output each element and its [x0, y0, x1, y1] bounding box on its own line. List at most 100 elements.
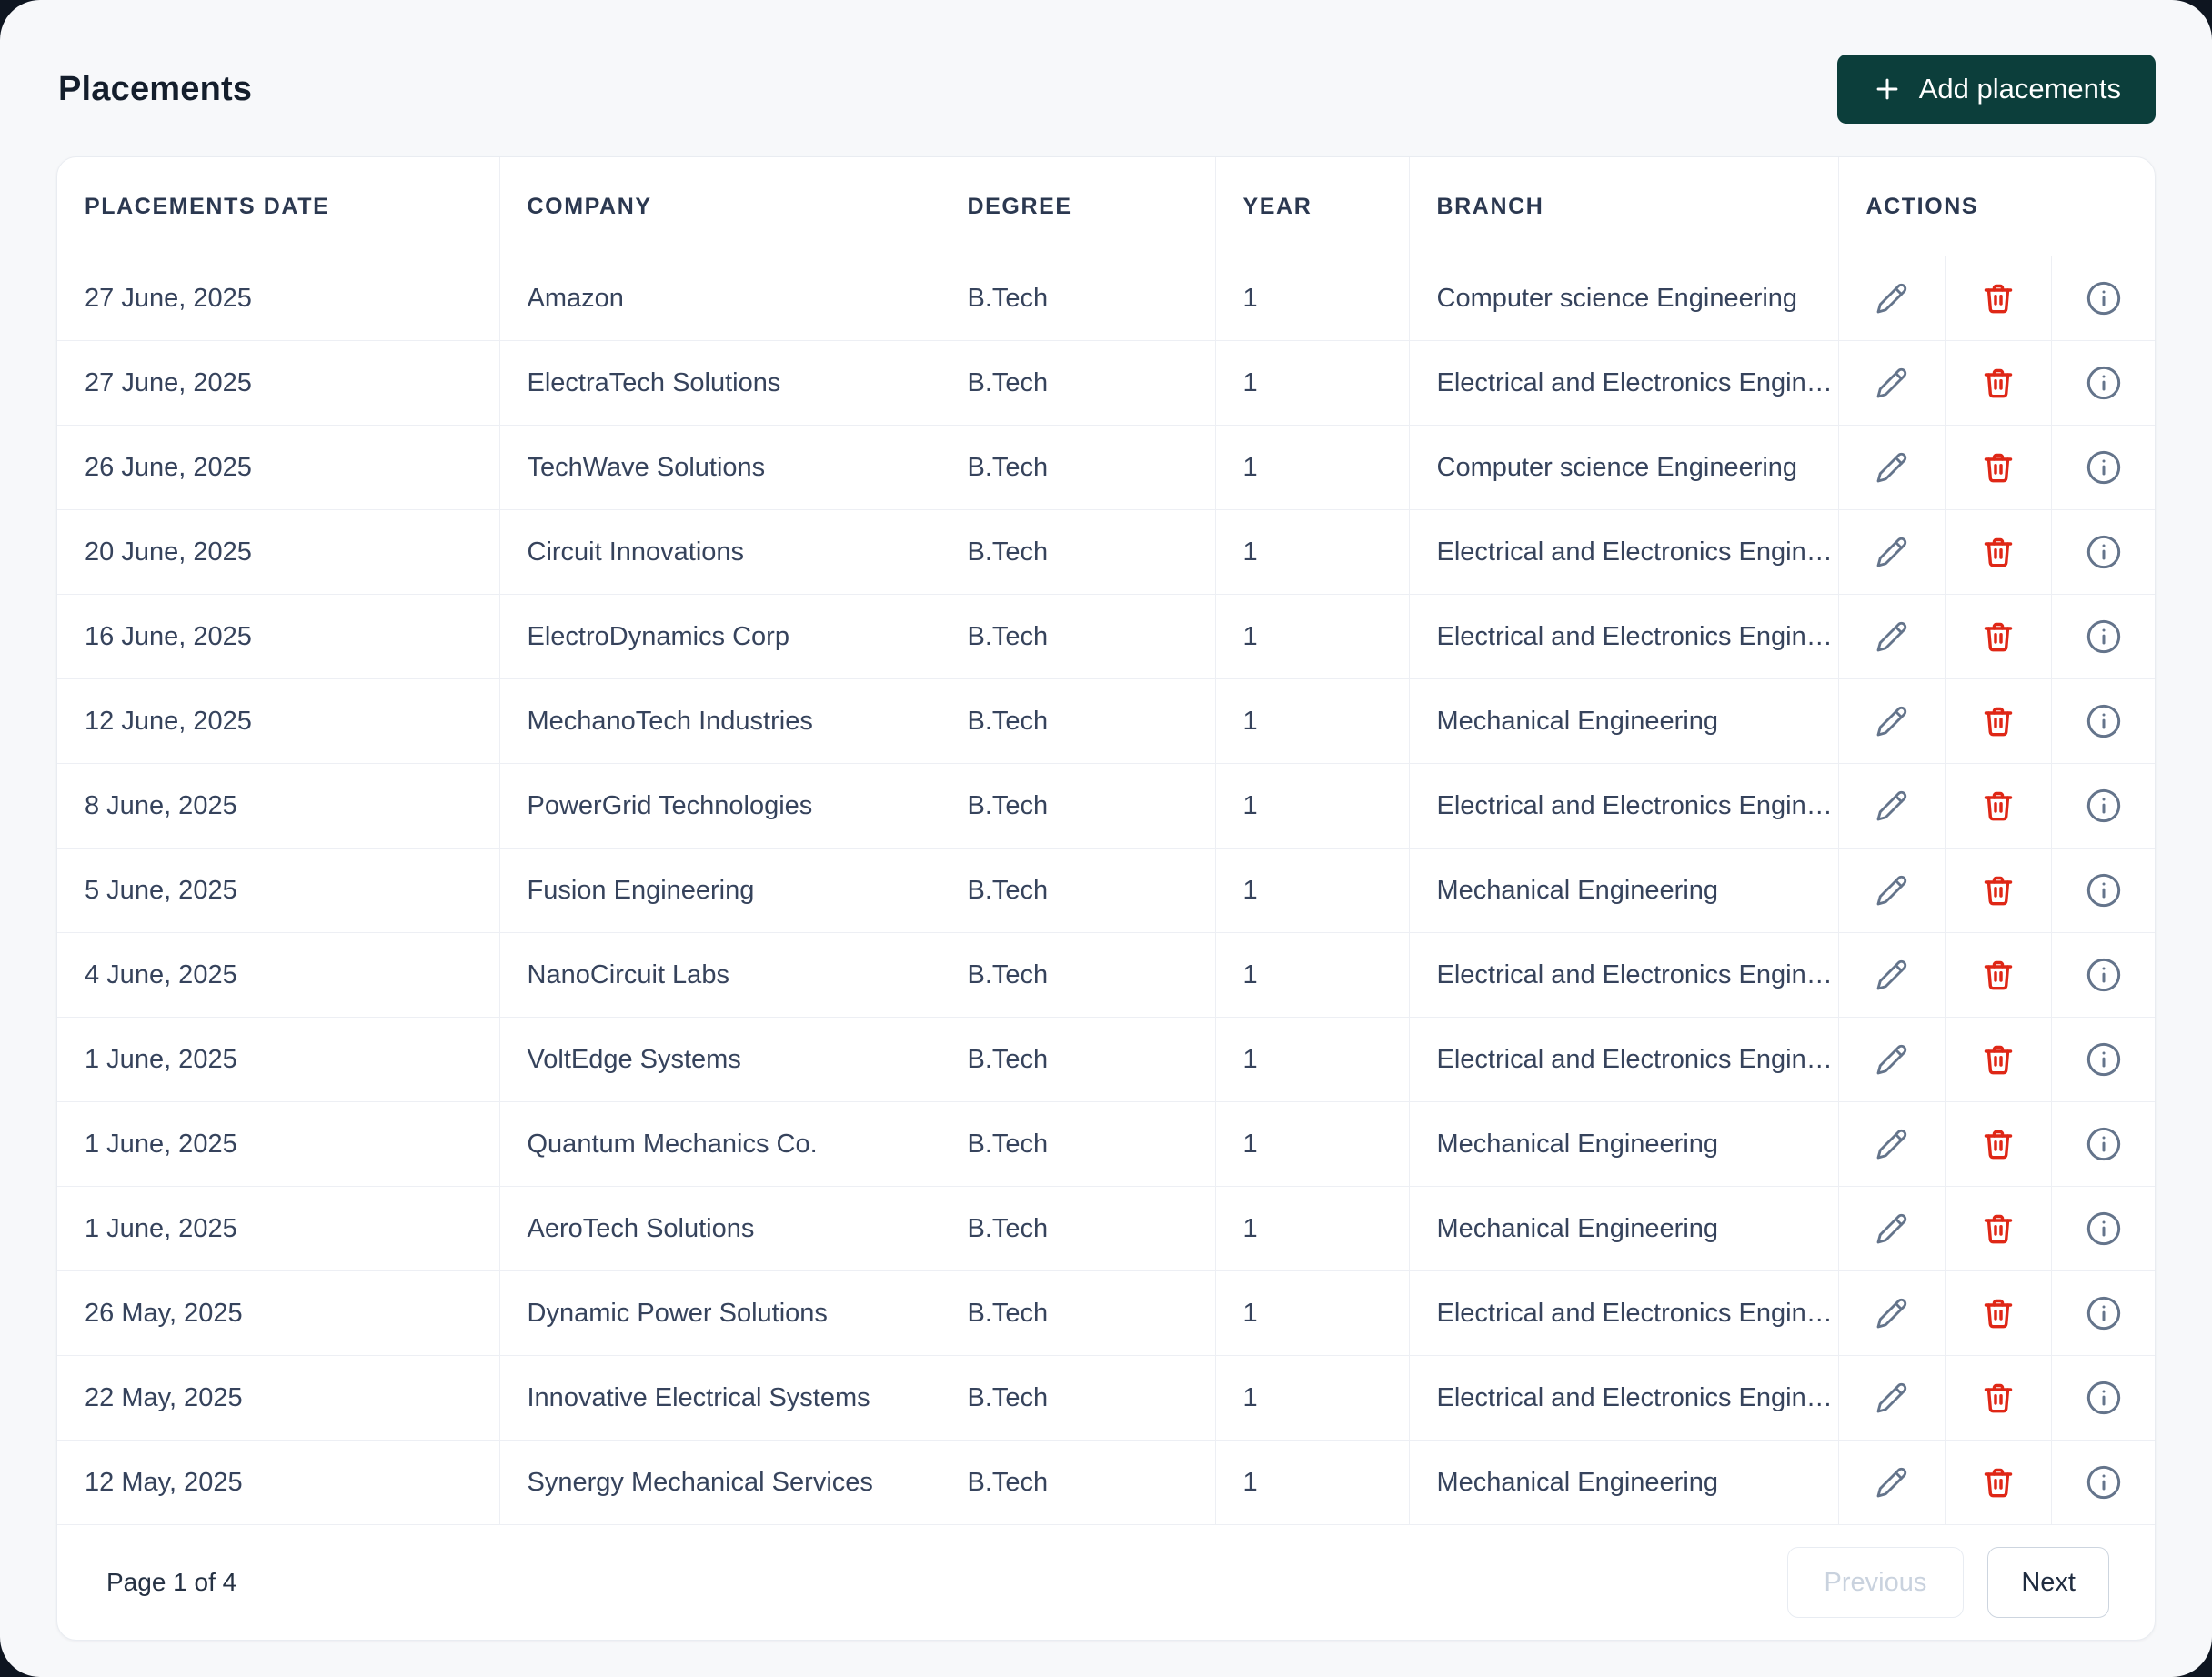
- delete-button[interactable]: [1973, 1456, 2024, 1509]
- delete-trash-icon: [1982, 284, 2015, 318]
- delete-trash-icon: [1982, 876, 2015, 910]
- delete-button[interactable]: [1973, 1371, 2024, 1424]
- info-button[interactable]: [2076, 356, 2131, 410]
- delete-button[interactable]: [1973, 1202, 2024, 1255]
- column-header-year: YEAR: [1215, 157, 1410, 256]
- delete-button[interactable]: [1973, 1033, 2024, 1086]
- edit-pencil-icon: [1875, 1213, 1908, 1248]
- cell-year: 1: [1215, 1017, 1410, 1102]
- cell-company: MechanoTech Industries: [499, 678, 940, 764]
- cell-branch: Mechanical Engineering: [1409, 1186, 1839, 1271]
- info-icon: [2086, 366, 2122, 404]
- info-button[interactable]: [2076, 1286, 2131, 1341]
- delete-button[interactable]: [1973, 356, 2024, 409]
- table-row: 12 June, 2025 MechanoTech Industries B.T…: [57, 678, 2155, 764]
- cell-branch: Computer science Engineering: [1409, 256, 1839, 341]
- next-page-button[interactable]: Next: [1987, 1547, 2109, 1618]
- info-button[interactable]: [2076, 1032, 2131, 1087]
- cell-degree: B.Tech: [940, 1186, 1216, 1271]
- delete-button[interactable]: [1973, 1287, 2024, 1340]
- delete-button[interactable]: [1973, 949, 2024, 1001]
- cell-year: 1: [1215, 594, 1410, 679]
- cell-degree: B.Tech: [940, 1355, 1216, 1441]
- edit-pencil-icon: [1875, 790, 1908, 825]
- info-button[interactable]: [2076, 271, 2131, 326]
- cell-degree: B.Tech: [940, 340, 1216, 426]
- info-button[interactable]: [2076, 778, 2131, 833]
- cell-company: ElectraTech Solutions: [499, 340, 940, 426]
- info-button[interactable]: [2076, 948, 2131, 1002]
- info-button[interactable]: [2076, 609, 2131, 664]
- edit-pencil-icon: [1875, 959, 1908, 994]
- cell-placements-date: 26 June, 2025: [57, 425, 500, 510]
- table-row: 26 May, 2025 Dynamic Power Solutions B.T…: [57, 1270, 2155, 1356]
- info-icon: [2086, 619, 2122, 658]
- edit-button[interactable]: [1866, 1203, 1917, 1254]
- edit-pencil-icon: [1875, 367, 1908, 402]
- info-button[interactable]: [2076, 863, 2131, 918]
- edit-button[interactable]: [1866, 1457, 1917, 1508]
- cell-branch: Electrical and Electronics Enginee...: [1409, 1355, 1839, 1441]
- table-row: 16 June, 2025 ElectroDynamics Corp B.Tec…: [57, 594, 2155, 679]
- column-header-branch: BRANCH: [1409, 157, 1839, 256]
- table-row: 5 June, 2025 Fusion Engineering B.Tech 1…: [57, 848, 2155, 933]
- delete-button[interactable]: [1973, 441, 2024, 494]
- info-button[interactable]: [2076, 1455, 2131, 1510]
- info-button[interactable]: [2076, 440, 2131, 495]
- info-button[interactable]: [2076, 1117, 2131, 1171]
- cell-degree: B.Tech: [940, 509, 1216, 595]
- edit-button[interactable]: [1866, 273, 1917, 324]
- delete-trash-icon: [1982, 453, 2015, 487]
- edit-button[interactable]: [1866, 1034, 1917, 1085]
- plus-icon: [1872, 74, 1903, 105]
- info-button[interactable]: [2076, 1371, 2131, 1425]
- cell-company: PowerGrid Technologies: [499, 763, 940, 849]
- delete-button[interactable]: [1973, 1118, 2024, 1170]
- cell-branch: Electrical and Electronics Enginee...: [1409, 509, 1839, 595]
- info-icon: [2086, 1296, 2122, 1334]
- info-icon: [2086, 1042, 2122, 1080]
- edit-pencil-icon: [1875, 452, 1908, 487]
- table-row: 1 June, 2025 AeroTech Solutions B.Tech 1…: [57, 1186, 2155, 1271]
- info-button[interactable]: [2076, 525, 2131, 579]
- cell-degree: B.Tech: [940, 1017, 1216, 1102]
- info-button[interactable]: [2076, 1201, 2131, 1256]
- edit-button[interactable]: [1866, 949, 1917, 1000]
- column-header-placements-date: PLACEMENTS DATE: [57, 157, 500, 256]
- table-row: 27 June, 2025 Amazon B.Tech 1 Computer s…: [57, 256, 2155, 341]
- delete-trash-icon: [1982, 1383, 2015, 1418]
- info-icon: [2086, 873, 2122, 911]
- info-button[interactable]: [2076, 694, 2131, 748]
- cell-year: 1: [1215, 1440, 1410, 1525]
- edit-button[interactable]: [1866, 865, 1917, 916]
- edit-button[interactable]: [1866, 696, 1917, 747]
- edit-button[interactable]: [1866, 1372, 1917, 1423]
- edit-button[interactable]: [1866, 357, 1917, 408]
- edit-button[interactable]: [1866, 1288, 1917, 1339]
- cell-company: Fusion Engineering: [499, 848, 940, 933]
- cell-placements-date: 20 June, 2025: [57, 509, 500, 595]
- info-icon: [2086, 1127, 2122, 1165]
- cell-year: 1: [1215, 848, 1410, 933]
- cell-company: Innovative Electrical Systems: [499, 1355, 940, 1441]
- edit-button[interactable]: [1866, 780, 1917, 831]
- delete-button[interactable]: [1973, 272, 2024, 325]
- delete-button[interactable]: [1973, 864, 2024, 917]
- edit-button[interactable]: [1866, 1119, 1917, 1170]
- delete-button[interactable]: [1973, 779, 2024, 832]
- info-icon: [2086, 1211, 2122, 1250]
- edit-button[interactable]: [1866, 442, 1917, 493]
- cell-company: Quantum Mechanics Co.: [499, 1101, 940, 1187]
- cell-year: 1: [1215, 256, 1410, 341]
- table-row: 20 June, 2025 Circuit Innovations B.Tech…: [57, 509, 2155, 595]
- delete-trash-icon: [1982, 1045, 2015, 1080]
- cell-degree: B.Tech: [940, 1440, 1216, 1525]
- delete-trash-icon: [1982, 1468, 2015, 1502]
- edit-button[interactable]: [1866, 527, 1917, 577]
- delete-button[interactable]: [1973, 610, 2024, 663]
- add-placements-button[interactable]: Add placements: [1836, 55, 2156, 124]
- delete-button[interactable]: [1973, 695, 2024, 748]
- edit-button[interactable]: [1866, 611, 1917, 662]
- previous-page-button[interactable]: Previous: [1786, 1547, 1965, 1618]
- delete-button[interactable]: [1973, 526, 2024, 578]
